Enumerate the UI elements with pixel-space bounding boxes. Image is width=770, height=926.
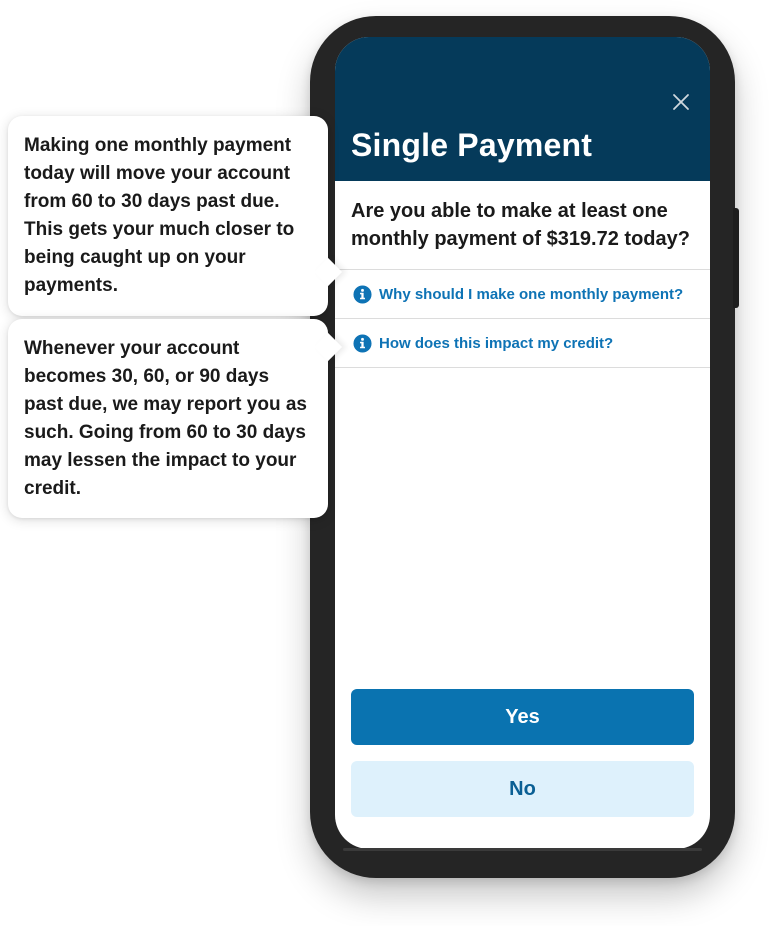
info-link-label: How does this impact my credit? xyxy=(379,334,614,352)
info-link-why-pay[interactable]: Why should I make one monthly payment? xyxy=(353,282,683,306)
modal-header: Single Payment xyxy=(335,37,710,181)
info-link-label: Why should I make one monthly payment? xyxy=(379,285,684,303)
payment-question: Are you able to make at least one monthl… xyxy=(351,200,690,250)
info-icon xyxy=(353,284,372,304)
callout-credit-impact: Whenever your account becomes 30, 60, or… xyxy=(8,319,343,518)
info-link-credit-impact[interactable]: How does this impact my credit? xyxy=(353,331,613,355)
callout-text: Making one monthly payment today will mo… xyxy=(24,135,295,296)
divider xyxy=(335,318,710,319)
divider xyxy=(335,269,710,270)
phone-screen: Single Payment Are you able to make at l… xyxy=(335,37,710,849)
divider xyxy=(335,367,710,368)
phone-side-button xyxy=(733,208,739,308)
info-icon xyxy=(353,333,372,353)
screen-edge xyxy=(343,848,702,851)
callout-text: Whenever your account becomes 30, 60, or… xyxy=(24,338,307,499)
callout-why-pay: Making one monthly payment today will mo… xyxy=(8,116,343,316)
page-title: Single Payment xyxy=(351,127,593,163)
yes-button[interactable]: Yes xyxy=(351,689,694,745)
no-button[interactable]: No xyxy=(351,761,694,817)
close-icon[interactable] xyxy=(670,91,692,113)
